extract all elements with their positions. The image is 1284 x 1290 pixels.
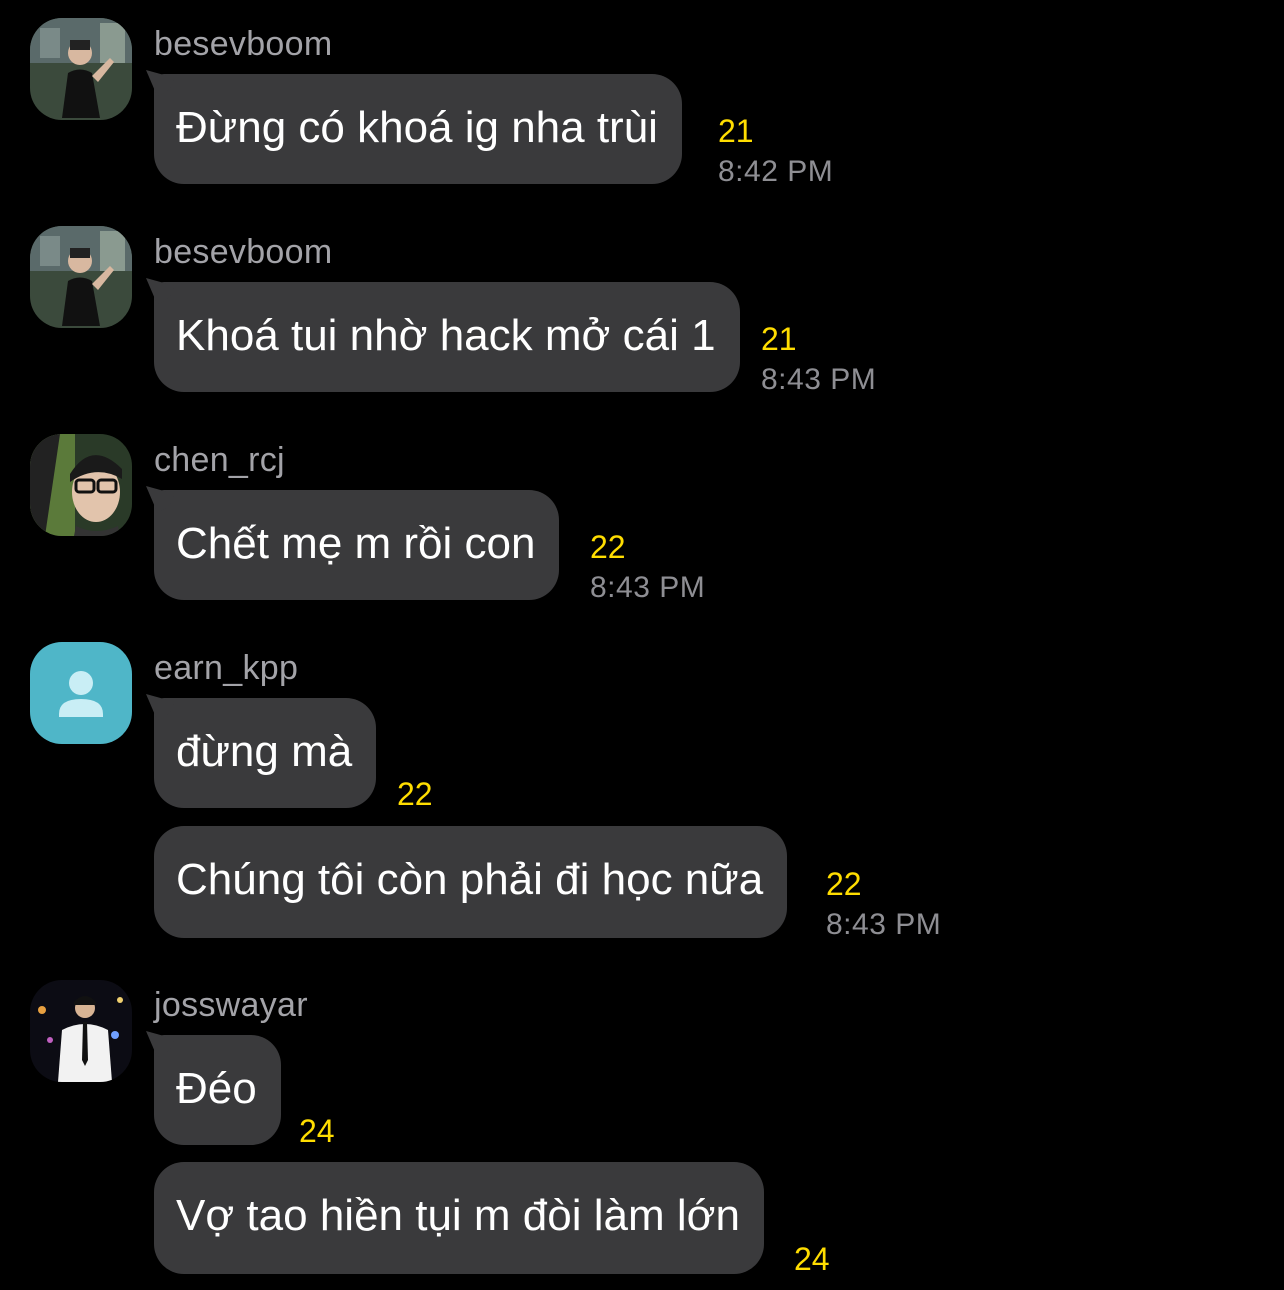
avatar-besevboom[interactable]	[30, 226, 132, 328]
bubble-tail	[146, 486, 174, 512]
reaction-count: 22	[397, 776, 433, 812]
message-bubble[interactable]: Khoá tui nhờ hack mở cái 1	[146, 278, 740, 392]
bubble-tail	[146, 278, 174, 304]
username[interactable]: besevboom	[154, 24, 332, 64]
message-text: Đéo	[176, 1064, 257, 1113]
avatar-besevboom[interactable]	[30, 18, 132, 120]
bubble-tail	[146, 70, 174, 96]
username[interactable]: josswayar	[154, 985, 308, 1025]
message-text: Vợ tao hiền tụi m đòi làm lớn	[176, 1191, 740, 1240]
timestamp: 8:43 PM	[761, 363, 877, 396]
timestamp: 8:43 PM	[826, 908, 942, 941]
message-text: Đừng có khoá ig nha trùi	[176, 103, 658, 152]
message-bubble[interactable]: Vợ tao hiền tụi m đòi làm lớn	[154, 1162, 764, 1274]
reaction-count: 22	[826, 866, 862, 902]
bubble-tail	[146, 694, 174, 720]
reaction-count: 24	[794, 1241, 830, 1277]
reaction-count: 24	[299, 1113, 335, 1149]
message-text: Chết mẹ m rồi con	[176, 519, 536, 568]
bubble-tail	[146, 1031, 174, 1057]
message-text: Chúng tôi còn phải đi học nữa	[176, 855, 764, 904]
message-text: đừng mà	[176, 727, 353, 776]
message-bubble[interactable]: Chết mẹ m rồi con	[146, 486, 560, 600]
message-bubble[interactable]: Đừng có khoá ig nha trùi	[146, 70, 682, 184]
username[interactable]: besevboom	[154, 232, 332, 272]
reaction-count: 22	[590, 529, 626, 565]
message-bubble[interactable]: Đéo	[146, 1031, 281, 1145]
timestamp: 8:43 PM	[590, 571, 706, 604]
username[interactable]: chen_rcj	[154, 440, 285, 480]
reaction-count: 21	[761, 321, 797, 357]
avatar-chen-rcj[interactable]	[30, 434, 132, 536]
default-avatar-icon[interactable]	[30, 642, 132, 744]
reaction-count: 21	[718, 113, 754, 149]
message-text: Khoá tui nhờ hack mở cái 1	[176, 311, 716, 360]
message-bubble[interactable]: Chúng tôi còn phải đi học nữa	[154, 826, 788, 938]
avatar-josswayar[interactable]	[30, 980, 132, 1082]
timestamp: 8:42 PM	[718, 155, 834, 188]
message-bubble[interactable]: đừng mà	[146, 694, 377, 808]
username[interactable]: earn_kpp	[154, 648, 298, 688]
